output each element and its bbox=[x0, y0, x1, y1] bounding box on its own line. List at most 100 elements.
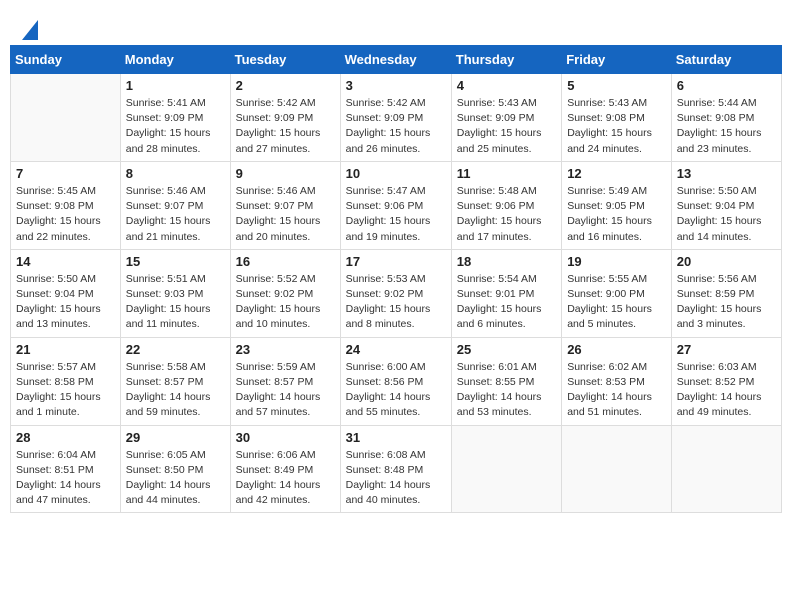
day-number: 21 bbox=[16, 342, 115, 357]
calendar-day-cell: 8 Sunrise: 5:46 AM Sunset: 9:07 PM Daylig… bbox=[120, 161, 230, 249]
weekday-header-cell: Tuesday bbox=[230, 46, 340, 74]
day-number: 13 bbox=[677, 166, 776, 181]
day-info: Sunrise: 6:01 AM Sunset: 8:55 PM Dayligh… bbox=[457, 360, 556, 421]
calendar-day-cell: 7Sunrise: 5:45 AM Sunset: 9:08 PM Daylig… bbox=[11, 161, 121, 249]
calendar-day-cell bbox=[451, 425, 561, 513]
calendar-day-cell: 14 Sunrise: 5:50 AM Sunset: 9:04 PM Dayli… bbox=[11, 249, 121, 337]
day-number: 30 bbox=[236, 430, 335, 445]
day-number: 28 bbox=[16, 430, 115, 445]
calendar-day-cell: 28 Sunrise: 6:04 AM Sunset: 8:51 PM Dayli… bbox=[11, 425, 121, 513]
day-number: 15 bbox=[126, 254, 225, 269]
calendar-week-row: 14 Sunrise: 5:50 AM Sunset: 9:04 PM Dayli… bbox=[11, 249, 782, 337]
calendar-day-cell: 31Sunrise: 6:08 AM Sunset: 8:48 PM Dayli… bbox=[340, 425, 451, 513]
day-number: 4 bbox=[457, 78, 556, 93]
day-number: 29 bbox=[126, 430, 225, 445]
page-header bbox=[10, 10, 782, 45]
day-info: Sunrise: 5:42 AM Sunset: 9:09 PM Dayligh… bbox=[346, 96, 446, 157]
day-number: 31 bbox=[346, 430, 446, 445]
day-info: Sunrise: 5:46 AM Sunset: 9:07 PM Dayligh… bbox=[126, 184, 225, 245]
day-number: 18 bbox=[457, 254, 556, 269]
calendar-day-cell: 5 Sunrise: 5:43 AM Sunset: 9:08 PM Daylig… bbox=[562, 74, 672, 162]
day-info: Sunrise: 6:06 AM Sunset: 8:49 PM Dayligh… bbox=[236, 448, 335, 509]
day-number: 5 bbox=[567, 78, 666, 93]
calendar-day-cell: 24Sunrise: 6:00 AM Sunset: 8:56 PM Dayli… bbox=[340, 337, 451, 425]
weekday-header-cell: Saturday bbox=[671, 46, 781, 74]
calendar-day-cell: 19 Sunrise: 5:55 AM Sunset: 9:00 PM Dayli… bbox=[562, 249, 672, 337]
calendar-day-cell: 1 Sunrise: 5:41 AM Sunset: 9:09 PM Daylig… bbox=[120, 74, 230, 162]
calendar-day-cell: 17Sunrise: 5:53 AM Sunset: 9:02 PM Dayli… bbox=[340, 249, 451, 337]
day-number: 14 bbox=[16, 254, 115, 269]
day-number: 8 bbox=[126, 166, 225, 181]
calendar-week-row: 28 Sunrise: 6:04 AM Sunset: 8:51 PM Dayli… bbox=[11, 425, 782, 513]
calendar-day-cell: 15 Sunrise: 5:51 AM Sunset: 9:03 PM Dayli… bbox=[120, 249, 230, 337]
day-info: Sunrise: 5:43 AM Sunset: 9:08 PM Dayligh… bbox=[567, 96, 666, 157]
calendar-body: 1 Sunrise: 5:41 AM Sunset: 9:09 PM Daylig… bbox=[11, 74, 782, 513]
calendar-day-cell: 10 Sunrise: 5:47 AM Sunset: 9:06 PM Dayli… bbox=[340, 161, 451, 249]
calendar-day-cell bbox=[562, 425, 672, 513]
day-info: Sunrise: 5:41 AM Sunset: 9:09 PM Dayligh… bbox=[126, 96, 225, 157]
day-info: Sunrise: 6:03 AM Sunset: 8:52 PM Dayligh… bbox=[677, 360, 776, 421]
day-number: 22 bbox=[126, 342, 225, 357]
calendar-table: SundayMondayTuesdayWednesdayThursdayFrid… bbox=[10, 45, 782, 513]
day-info: Sunrise: 5:49 AM Sunset: 9:05 PM Dayligh… bbox=[567, 184, 666, 245]
calendar-day-cell: 26 Sunrise: 6:02 AM Sunset: 8:53 PM Dayli… bbox=[562, 337, 672, 425]
day-info: Sunrise: 5:57 AM Sunset: 8:58 PM Dayligh… bbox=[16, 360, 115, 421]
calendar-week-row: 1 Sunrise: 5:41 AM Sunset: 9:09 PM Daylig… bbox=[11, 74, 782, 162]
calendar-day-cell: 13 Sunrise: 5:50 AM Sunset: 9:04 PM Dayli… bbox=[671, 161, 781, 249]
day-info: Sunrise: 5:43 AM Sunset: 9:09 PM Dayligh… bbox=[457, 96, 556, 157]
day-number: 23 bbox=[236, 342, 335, 357]
calendar-week-row: 21 Sunrise: 5:57 AM Sunset: 8:58 PM Dayli… bbox=[11, 337, 782, 425]
calendar-day-cell bbox=[671, 425, 781, 513]
weekday-header-cell: Sunday bbox=[11, 46, 121, 74]
calendar-day-cell: 21 Sunrise: 5:57 AM Sunset: 8:58 PM Dayli… bbox=[11, 337, 121, 425]
day-info: Sunrise: 5:51 AM Sunset: 9:03 PM Dayligh… bbox=[126, 272, 225, 333]
day-info: Sunrise: 6:02 AM Sunset: 8:53 PM Dayligh… bbox=[567, 360, 666, 421]
day-number: 27 bbox=[677, 342, 776, 357]
calendar-day-cell: 12 Sunrise: 5:49 AM Sunset: 9:05 PM Dayli… bbox=[562, 161, 672, 249]
calendar-day-cell: 20 Sunrise: 5:56 AM Sunset: 8:59 PM Dayli… bbox=[671, 249, 781, 337]
day-info: Sunrise: 5:55 AM Sunset: 9:00 PM Dayligh… bbox=[567, 272, 666, 333]
calendar-week-row: 7Sunrise: 5:45 AM Sunset: 9:08 PM Daylig… bbox=[11, 161, 782, 249]
day-number: 10 bbox=[346, 166, 446, 181]
calendar-day-cell: 18 Sunrise: 5:54 AM Sunset: 9:01 PM Dayli… bbox=[451, 249, 561, 337]
day-number: 1 bbox=[126, 78, 225, 93]
logo bbox=[20, 20, 38, 40]
day-info: Sunrise: 5:42 AM Sunset: 9:09 PM Dayligh… bbox=[236, 96, 335, 157]
calendar-day-cell: 22Sunrise: 5:58 AM Sunset: 8:57 PM Dayli… bbox=[120, 337, 230, 425]
day-number: 20 bbox=[677, 254, 776, 269]
day-number: 2 bbox=[236, 78, 335, 93]
day-info: Sunrise: 5:47 AM Sunset: 9:06 PM Dayligh… bbox=[346, 184, 446, 245]
weekday-header-cell: Friday bbox=[562, 46, 672, 74]
calendar-day-cell: 30 Sunrise: 6:06 AM Sunset: 8:49 PM Dayli… bbox=[230, 425, 340, 513]
calendar-day-cell: 11Sunrise: 5:48 AM Sunset: 9:06 PM Dayli… bbox=[451, 161, 561, 249]
calendar-day-cell: 16 Sunrise: 5:52 AM Sunset: 9:02 PM Dayli… bbox=[230, 249, 340, 337]
day-number: 9 bbox=[236, 166, 335, 181]
day-number: 16 bbox=[236, 254, 335, 269]
day-number: 17 bbox=[346, 254, 446, 269]
weekday-header-cell: Thursday bbox=[451, 46, 561, 74]
day-info: Sunrise: 5:48 AM Sunset: 9:06 PM Dayligh… bbox=[457, 184, 556, 245]
day-number: 19 bbox=[567, 254, 666, 269]
weekday-header-cell: Wednesday bbox=[340, 46, 451, 74]
day-info: Sunrise: 5:44 AM Sunset: 9:08 PM Dayligh… bbox=[677, 96, 776, 157]
day-number: 24 bbox=[346, 342, 446, 357]
calendar-day-cell: 3 Sunrise: 5:42 AM Sunset: 9:09 PM Daylig… bbox=[340, 74, 451, 162]
day-info: Sunrise: 5:50 AM Sunset: 9:04 PM Dayligh… bbox=[16, 272, 115, 333]
day-info: Sunrise: 5:56 AM Sunset: 8:59 PM Dayligh… bbox=[677, 272, 776, 333]
calendar-day-cell bbox=[11, 74, 121, 162]
day-info: Sunrise: 5:59 AM Sunset: 8:57 PM Dayligh… bbox=[236, 360, 335, 421]
day-number: 7 bbox=[16, 166, 115, 181]
calendar-day-cell: 25Sunrise: 6:01 AM Sunset: 8:55 PM Dayli… bbox=[451, 337, 561, 425]
day-info: Sunrise: 6:04 AM Sunset: 8:51 PM Dayligh… bbox=[16, 448, 115, 509]
day-info: Sunrise: 5:52 AM Sunset: 9:02 PM Dayligh… bbox=[236, 272, 335, 333]
day-number: 12 bbox=[567, 166, 666, 181]
day-info: Sunrise: 6:05 AM Sunset: 8:50 PM Dayligh… bbox=[126, 448, 225, 509]
day-info: Sunrise: 5:54 AM Sunset: 9:01 PM Dayligh… bbox=[457, 272, 556, 333]
day-number: 26 bbox=[567, 342, 666, 357]
day-info: Sunrise: 5:50 AM Sunset: 9:04 PM Dayligh… bbox=[677, 184, 776, 245]
logo-triangle-icon bbox=[22, 20, 38, 40]
day-number: 3 bbox=[346, 78, 446, 93]
calendar-day-cell: 4 Sunrise: 5:43 AM Sunset: 9:09 PM Daylig… bbox=[451, 74, 561, 162]
calendar-day-cell: 27 Sunrise: 6:03 AM Sunset: 8:52 PM Dayli… bbox=[671, 337, 781, 425]
day-number: 6 bbox=[677, 78, 776, 93]
